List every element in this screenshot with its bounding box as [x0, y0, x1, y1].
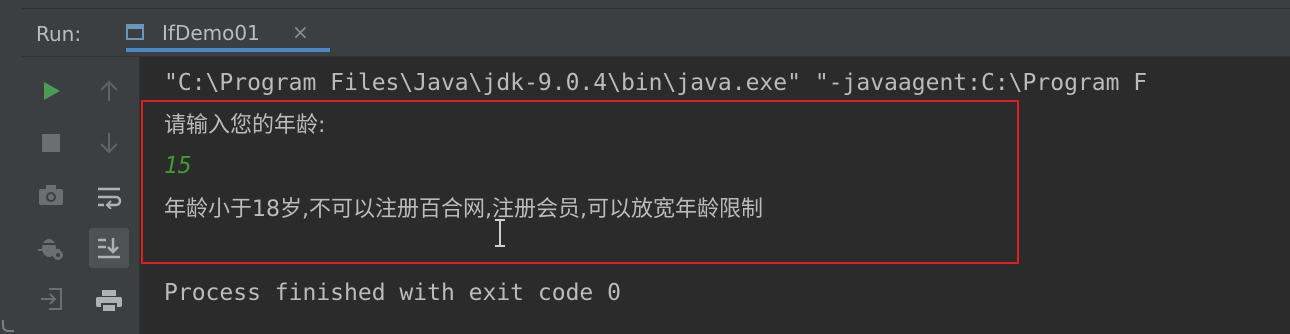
- side-tool-strip: [0, 0, 23, 334]
- run-icon: [44, 82, 60, 100]
- down-arrow-icon: [100, 133, 118, 154]
- scroll-to-end-icon: [98, 238, 120, 259]
- print-button[interactable]: [89, 281, 129, 321]
- user-input-text: 15: [164, 153, 192, 179]
- run-tool-window: Run: IfDemo01 × "C:\Program Files\Java\j…: [0, 0, 1290, 334]
- scroll-to-end-button[interactable]: [89, 228, 129, 268]
- run-header: Run: IfDemo01 ×: [22, 0, 1290, 57]
- print-icon: [96, 290, 122, 313]
- exit-message: Process finished with exit code 0: [164, 280, 621, 306]
- result-text: 年龄小于18岁,不可以注册百合网,注册会员,可以放宽年龄限制: [164, 197, 763, 222]
- dump-threads-button[interactable]: [31, 175, 71, 215]
- console-window-icon: [126, 24, 144, 40]
- console-output[interactable]: "C:\Program Files\Java\jdk-9.0.4\bin\jav…: [140, 57, 1290, 334]
- soft-wrap-button[interactable]: [89, 177, 129, 217]
- console-toolbar: [80, 57, 140, 334]
- header-divider: [22, 0, 1290, 9]
- up-arrow-icon: [100, 80, 118, 101]
- previous-occurrence-button[interactable]: [89, 71, 129, 111]
- exit-button[interactable]: [31, 279, 71, 319]
- debug-bug-icon: [38, 239, 63, 260]
- close-icon[interactable]: ×: [292, 20, 309, 44]
- soft-wrap-icon: [98, 187, 122, 209]
- run-label: Run:: [36, 22, 82, 46]
- camera-icon: [39, 185, 63, 205]
- run-actions-toolbar: [22, 57, 80, 334]
- debug-settings-button[interactable]: [31, 227, 71, 267]
- command-line: "C:\Program Files\Java\jdk-9.0.4\bin\jav…: [164, 70, 1148, 96]
- edge-glyph-icon: [2, 320, 14, 332]
- text-cursor-icon: [495, 219, 505, 247]
- tab-ifdemo01[interactable]: IfDemo01 ×: [126, 12, 330, 52]
- stop-button[interactable]: [31, 123, 71, 163]
- tab-active-indicator: [126, 48, 330, 52]
- exit-login-icon: [41, 288, 62, 310]
- rerun-button[interactable]: [31, 71, 71, 111]
- next-occurrence-button[interactable]: [89, 123, 129, 163]
- prompt-text: 请输入您的年龄:: [164, 113, 326, 138]
- stop-icon: [42, 134, 60, 152]
- tab-title: IfDemo01: [162, 21, 260, 45]
